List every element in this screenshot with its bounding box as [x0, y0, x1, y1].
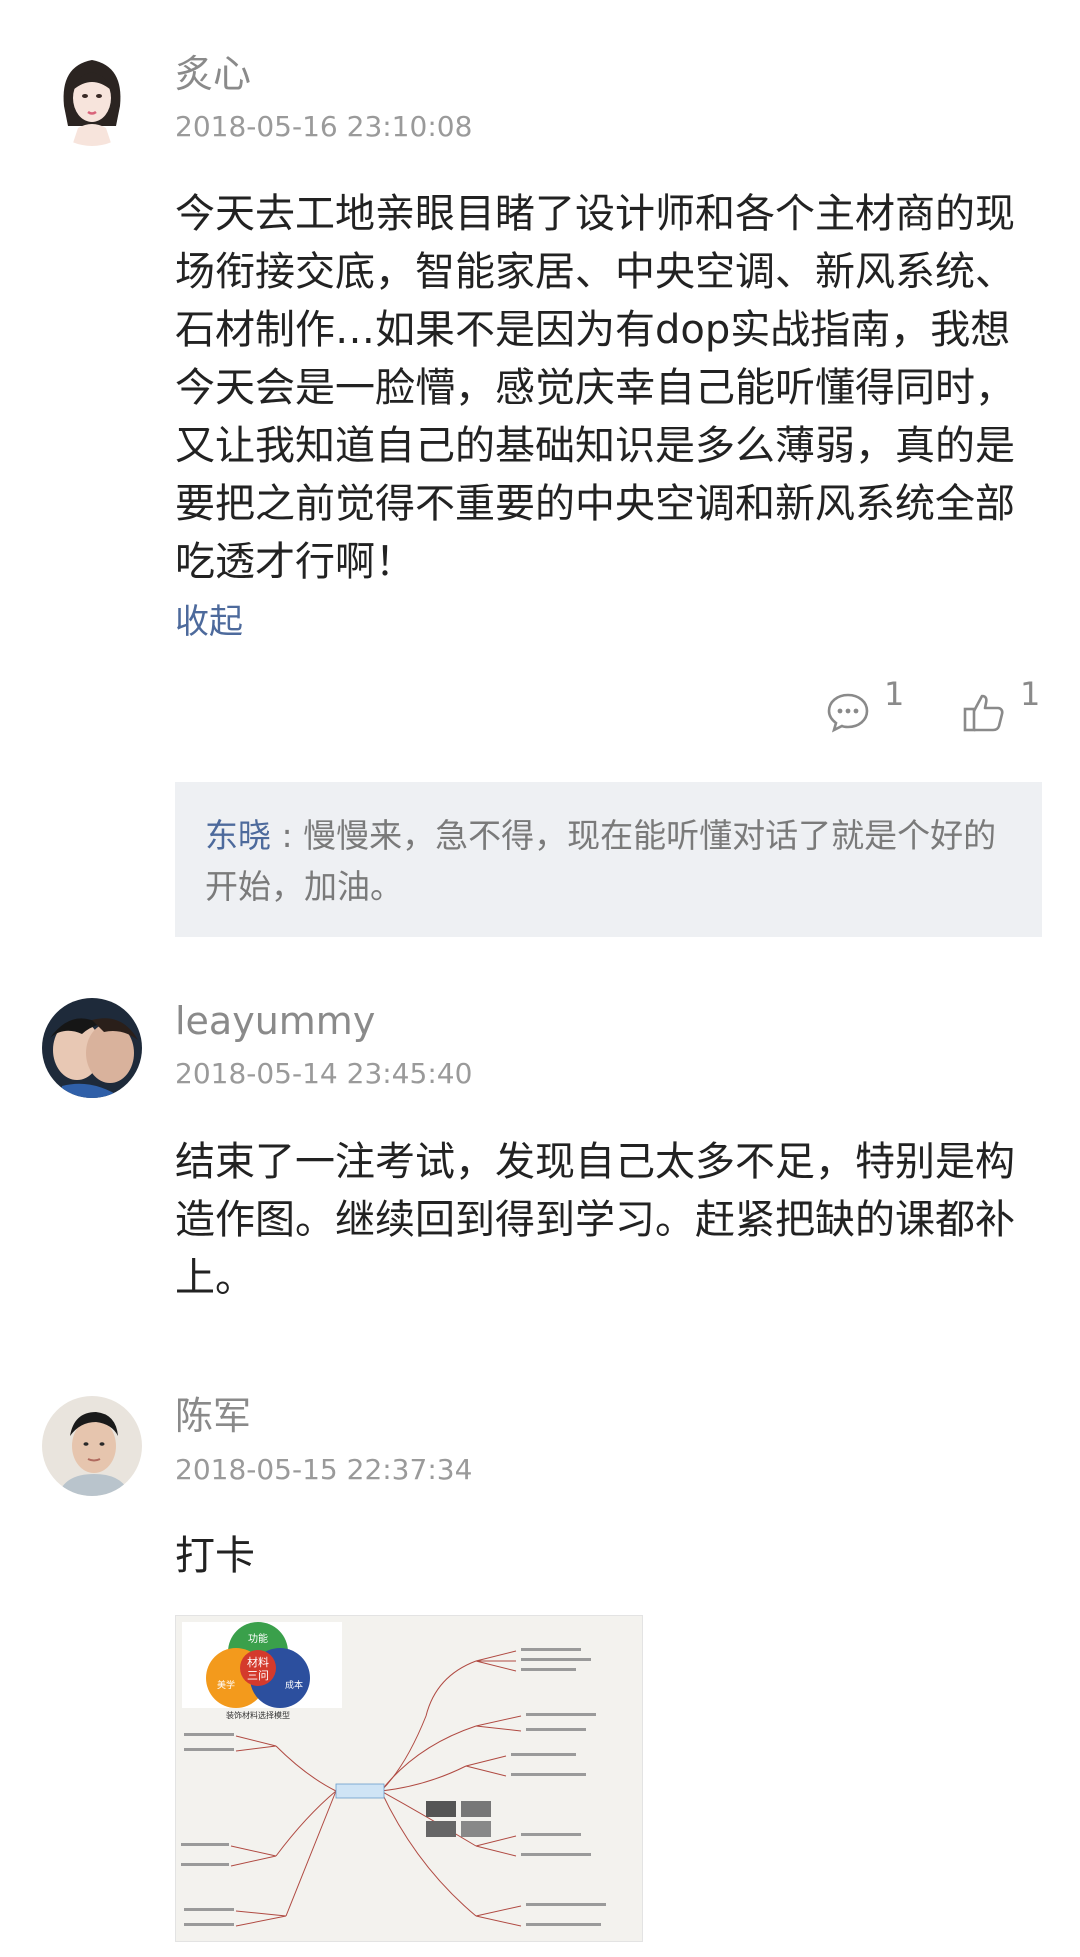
avatar[interactable] — [42, 998, 142, 1098]
diagram-label-three-questions: 三问 — [247, 1669, 269, 1682]
timestamp: 2018-05-16 23:10:08 — [175, 110, 473, 143]
diagram-label-cost: 成本 — [285, 1679, 303, 1691]
like-count: 1 — [1020, 675, 1041, 713]
username[interactable]: leayummy — [175, 1002, 375, 1040]
collapse-link[interactable]: 收起 — [175, 605, 243, 639]
diagram-label-aesthetics: 美学 — [217, 1679, 235, 1691]
avatar[interactable] — [42, 1396, 142, 1496]
diagram-label-function: 功能 — [248, 1632, 268, 1645]
comment-text: 结束了一注考试，发现自己太多不足，特别是构造作图。继续回到得到学习。赶紧把缺的课… — [175, 1139, 1015, 1301]
username[interactable]: 炙心 — [175, 55, 251, 93]
post-image[interactable]: 功能 材料 三问 美学 成本 装饰材料选择模型 — [175, 1615, 643, 1942]
username[interactable]: 陈军 — [175, 1397, 251, 1435]
comment-text: 今天去工地亲眼目睹了设计师和各个主材商的现场衔接交底，智能家居、中央空调、新风系… — [175, 191, 1015, 585]
like-button[interactable]: 1 — [962, 678, 1040, 738]
reply-box: 东晓 : 慢慢来，急不得，现在能听懂对话了就是个好的开始，加油。 — [175, 782, 1042, 937]
timestamp: 2018-05-14 23:45:40 — [175, 1057, 473, 1090]
reply-separator: : — [271, 816, 304, 855]
comment-count: 1 — [884, 675, 905, 713]
diagram-label-material: 材料 — [247, 1655, 269, 1669]
comment-icon — [826, 690, 870, 738]
comment-button[interactable]: 1 — [826, 678, 904, 738]
diagram-title: 装饰材料选择模型 — [226, 1710, 290, 1720]
comment-text: 打卡 — [175, 1533, 255, 1579]
reply-username[interactable]: 东晓 — [205, 816, 271, 855]
avatar[interactable] — [42, 46, 142, 146]
timestamp: 2018-05-15 22:37:34 — [175, 1453, 473, 1486]
thumbs-up-icon — [962, 690, 1006, 738]
reply-text: 慢慢来，急不得，现在能听懂对话了就是个好的开始，加油。 — [205, 816, 997, 906]
